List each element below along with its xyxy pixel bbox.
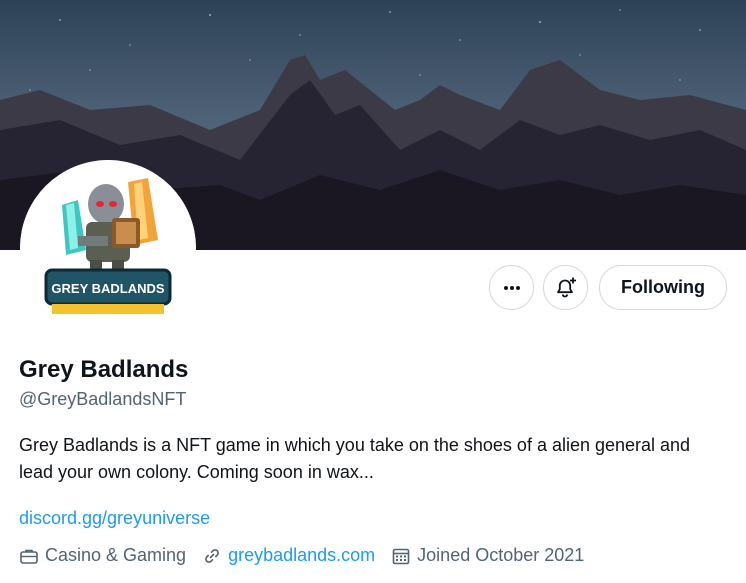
- notifications-button[interactable]: [543, 265, 588, 310]
- bio: Grey Badlands is a NFT game in which you…: [19, 435, 691, 482]
- handle: @GreyBadlandsNFT: [19, 389, 187, 409]
- following-button[interactable]: Following: [599, 265, 727, 310]
- category-label: Casino & Gaming: [45, 545, 187, 565]
- website-item: greybadlands.com: [202, 545, 375, 566]
- bell-plus-icon: [556, 277, 576, 297]
- joined-label: Joined October 2021: [417, 545, 585, 565]
- avatar[interactable]: GREY BADLANDS: [20, 160, 196, 336]
- briefcase-icon: [20, 549, 38, 564]
- category-item: Casino & Gaming: [19, 545, 186, 566]
- link-icon: [205, 548, 219, 563]
- calendar-icon: [392, 548, 410, 564]
- more-icon: [503, 285, 520, 290]
- avatar-logo-text: GREY BADLANDS: [51, 281, 164, 296]
- display-name: Grey Badlands: [19, 356, 189, 383]
- profile-meta: Casino & Gaming greybadlands.com Joined …: [19, 545, 600, 566]
- bio-link[interactable]: discord.gg/greyuniverse: [19, 508, 210, 529]
- more-options-button[interactable]: [489, 265, 534, 310]
- website-link[interactable]: greybadlands.com: [228, 545, 375, 566]
- joined-item: Joined October 2021: [391, 545, 584, 566]
